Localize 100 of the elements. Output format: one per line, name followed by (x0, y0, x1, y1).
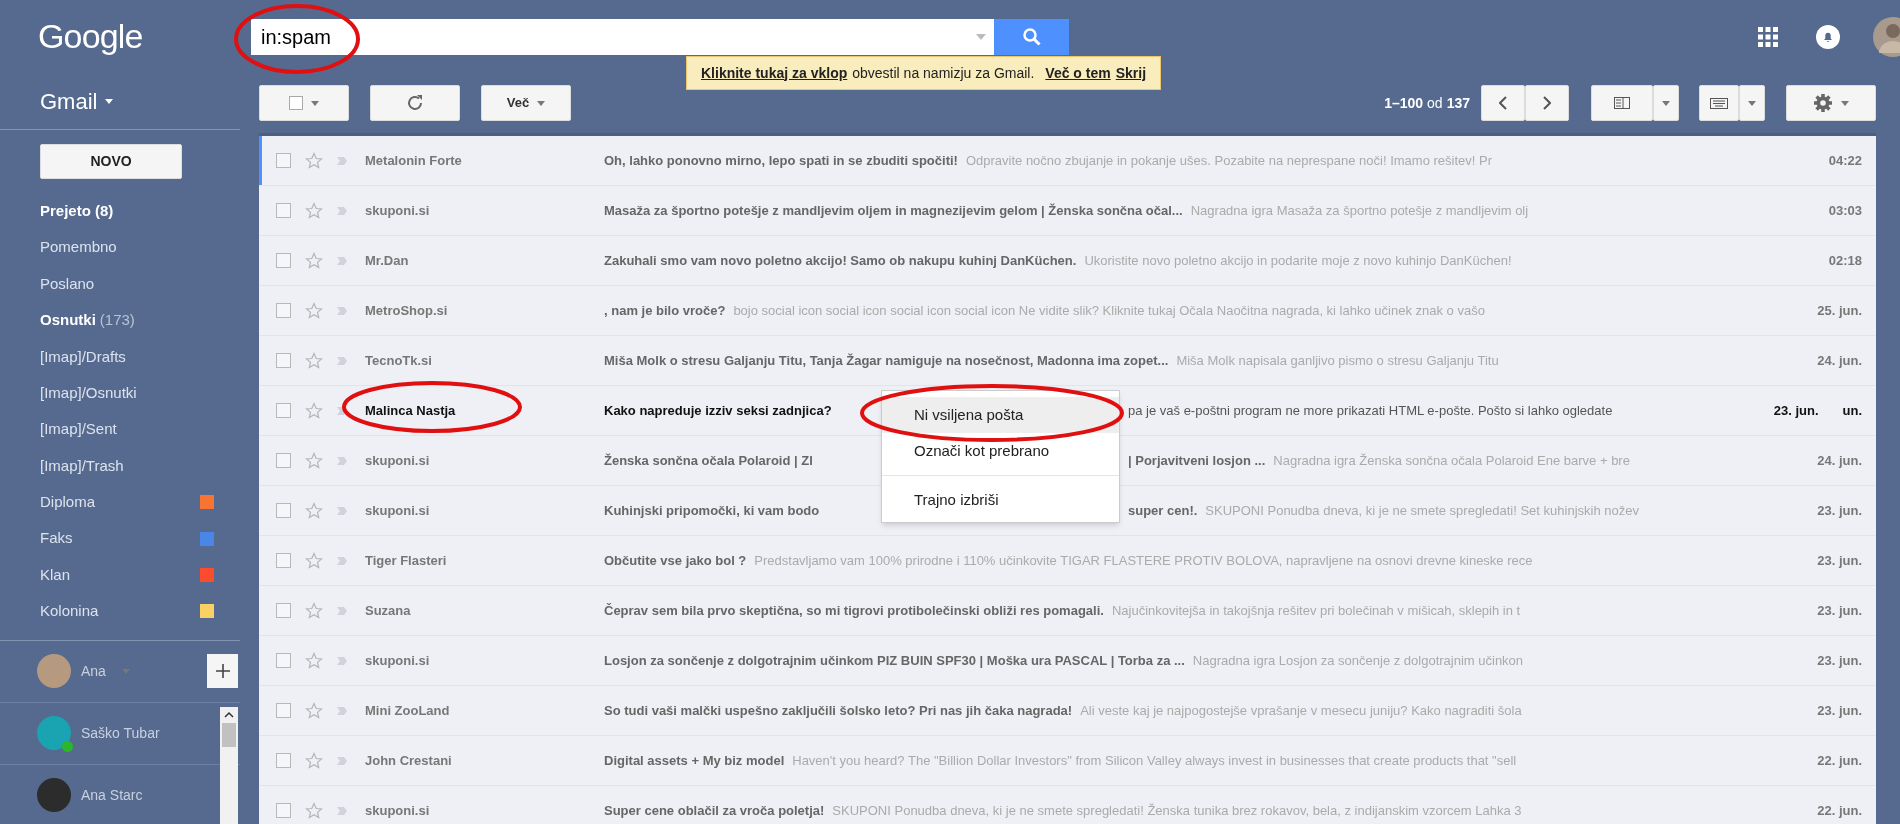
contact-avatar[interactable] (37, 716, 71, 751)
email-row[interactable]: TecnoTk.si Miša Molk o stresu Galjanju Titu, Tanja Žagar namiguje na nosečnost, Madonna ima zopet... Miša Molk napisala ganljivo pismo o stresu Galjanju Titu 24. jun. (259, 336, 1876, 386)
view-options-button[interactable] (1653, 85, 1679, 121)
account-avatar[interactable] (1873, 16, 1900, 57)
star-icon[interactable] (305, 301, 323, 320)
importance-marker-icon[interactable] (337, 256, 347, 265)
star-icon[interactable] (305, 251, 323, 270)
input-tools-button[interactable] (1699, 85, 1739, 121)
star-icon[interactable] (305, 801, 323, 820)
email-row[interactable]: skuponi.si Super cene oblačil za vroča poletja! SKUPONI Ponudba dneva, ki je ne smete spregledati! Ženska tunika brez rokavov, bela, z indijanskim vzorcem Lahka 3 22. jun. (259, 786, 1876, 824)
chevron-right-icon[interactable] (1543, 96, 1551, 110)
importance-marker-icon[interactable] (337, 606, 347, 615)
apps-grid-icon[interactable] (1758, 26, 1778, 47)
checkbox-icon[interactable] (289, 96, 303, 110)
caret-icon[interactable] (311, 100, 319, 106)
learn-more-link[interactable]: Več o tem (1045, 62, 1111, 84)
row-checkbox[interactable] (276, 803, 291, 818)
contact-name[interactable]: Ana (81, 660, 106, 682)
row-checkbox[interactable] (276, 603, 291, 618)
email-row[interactable]: skuponi.si Masaža za športno potešje z mandljevim oljem in magnezijevim gelom | Ženska sončna očal... Nagradna igra Masaža za športno potešje z mandljevim olj 03:03 (259, 186, 1876, 236)
sidebar-item[interactable]: Poslano (0, 265, 240, 303)
contact-name[interactable]: Saško Tubar (81, 722, 160, 744)
notification-bell-icon[interactable] (1816, 24, 1840, 49)
row-checkbox[interactable] (276, 503, 291, 518)
caret-icon[interactable] (105, 98, 114, 104)
importance-marker-icon[interactable] (337, 456, 347, 465)
google-logo[interactable]: Google (0, 11, 251, 62)
sidebar-item[interactable]: Klan (0, 556, 240, 594)
row-checkbox[interactable] (276, 153, 291, 168)
sidebar-item[interactable]: Pomembno (0, 229, 240, 266)
previous-page-button[interactable] (1481, 85, 1525, 121)
sidebar-item[interactable]: Faks (0, 520, 240, 557)
enable-notifications-link[interactable]: Kliknite tukaj za vklop (701, 62, 848, 84)
star-icon[interactable] (305, 601, 323, 620)
star-icon[interactable] (305, 501, 323, 520)
importance-marker-icon[interactable] (337, 556, 347, 565)
importance-marker-icon[interactable] (337, 706, 347, 715)
add-contact-button[interactable] (207, 654, 238, 689)
importance-marker-icon[interactable] (337, 206, 347, 215)
compose-button[interactable]: NOVO (40, 144, 182, 179)
search-icon[interactable] (1021, 26, 1042, 47)
contact-avatar[interactable] (37, 654, 71, 689)
star-icon[interactable] (305, 351, 323, 370)
split-view-button[interactable] (1591, 85, 1653, 121)
email-row[interactable]: skuponi.si Losjon za sončenje z dolgotrajnim učinkom PIZ BUIN SPF30 | Moška ura PASCAL | Torba za ... Nagradna igra Losjon za sončenje z dolgotrajnim učinkon 23. jun. (259, 636, 1876, 686)
sidebar-item[interactable]: [Imap]/Sent (0, 411, 240, 448)
sidebar-item[interactable]: Osnutki (173) (0, 302, 240, 339)
more-button[interactable]: Več (481, 85, 571, 121)
email-row[interactable]: Metalonin Forte Oh, lahko ponovno mirno, lepo spati in se zbuditi spočiti! Odpravite nočno zbujanje in pokanje ušes. Pozabite na neprespane noči! Imamo rešitev! Pr 04:22 (259, 136, 1876, 186)
search-field[interactable]: in:spam (251, 18, 994, 55)
keyboard-icon[interactable] (1710, 97, 1728, 109)
email-row[interactable]: MetroShop.si , nam je bilo vroče? bojo social icon social icon social icon social icon Ne vidite slik? Kliknite tukaj Očala Naočitna nagrada, ki lahko učinek znak o vašo 25. jun. (259, 286, 1876, 336)
importance-marker-icon[interactable] (337, 306, 347, 315)
gmail-menu[interactable]: Gmail (40, 84, 114, 118)
select-dropdown-button[interactable] (259, 85, 349, 121)
star-icon[interactable] (305, 151, 323, 170)
row-checkbox[interactable] (276, 253, 291, 268)
importance-marker-icon[interactable] (337, 806, 347, 815)
star-icon[interactable] (305, 451, 323, 470)
email-row[interactable]: John Crestani Digital assets + My biz model Haven't you heard? The "Billion Dollar Investors" from Silicon Valley always invest in businesses that create products that "sell 22. jun. (259, 736, 1876, 786)
sidebar-item[interactable]: [Imap]/Drafts (0, 338, 240, 375)
importance-marker-icon[interactable] (337, 506, 347, 515)
row-checkbox[interactable] (276, 453, 291, 468)
caret-icon[interactable] (1748, 100, 1756, 106)
sidebar-item[interactable]: [Imap]/Trash (0, 447, 240, 485)
star-icon[interactable] (305, 551, 323, 570)
row-checkbox[interactable] (276, 403, 291, 418)
row-checkbox[interactable] (276, 303, 291, 318)
context-menu-item[interactable]: Ni vsiljena pošta (882, 397, 1119, 433)
contact-avatar[interactable] (37, 778, 71, 813)
star-icon[interactable] (305, 401, 323, 420)
email-row[interactable]: Suzana Čeprav sem bila prvo skeptična, so mi tigrovi protibolečinski obliži res pomagali. Najučinkovitejša in takojšnja rešitev pri bolečinah v mišicah, sklepih in t 23. jun. (259, 586, 1876, 636)
next-page-button[interactable] (1525, 85, 1569, 121)
caret-icon[interactable] (1662, 100, 1670, 106)
search-button[interactable] (994, 18, 1069, 55)
importance-marker-icon[interactable] (337, 406, 347, 415)
importance-marker-icon[interactable] (337, 156, 347, 165)
refresh-icon[interactable] (406, 94, 424, 112)
email-row[interactable]: Mr.Dan Zakuhali smo vam novo poletno akcijo! Samo ob nakupu kuhinj DanKüchen. Ukoristite novo poletno akcijo in podarite moje z novo kuhinjo DanKüchen! 02:18 (259, 236, 1876, 286)
sidebar-item[interactable]: Prejeto (8) (0, 193, 240, 230)
caret-icon[interactable] (537, 100, 546, 106)
sidebar-item[interactable]: [Imap]/Osnutki (0, 374, 240, 412)
row-checkbox[interactable] (276, 353, 291, 368)
chevron-left-icon[interactable] (1499, 96, 1507, 110)
email-row[interactable]: Tiger Flasteri Občutite vse jako bol ? Predstavljamo vam 100% prirodne i 110% učinkovite TIGAR FLASTERE PROTIV BOLOVA, napravljene na osnovi drevne kineske rece 23. jun. (259, 536, 1876, 586)
importance-marker-icon[interactable] (337, 356, 347, 365)
dismiss-link[interactable]: Skrij (1115, 62, 1147, 84)
star-icon[interactable] (305, 651, 323, 670)
row-checkbox[interactable] (276, 553, 291, 568)
row-checkbox[interactable] (276, 653, 291, 668)
star-icon[interactable] (305, 201, 323, 220)
star-icon[interactable] (305, 701, 323, 720)
row-checkbox[interactable] (276, 753, 291, 768)
input-options-button[interactable] (1739, 85, 1765, 121)
caret-icon[interactable] (1841, 100, 1849, 106)
contact-name[interactable]: Ana Starc (81, 784, 143, 806)
refresh-button[interactable] (370, 85, 460, 121)
row-checkbox[interactable] (276, 703, 291, 718)
star-icon[interactable] (305, 751, 323, 770)
sidebar-item[interactable]: Kolonina (0, 593, 240, 630)
